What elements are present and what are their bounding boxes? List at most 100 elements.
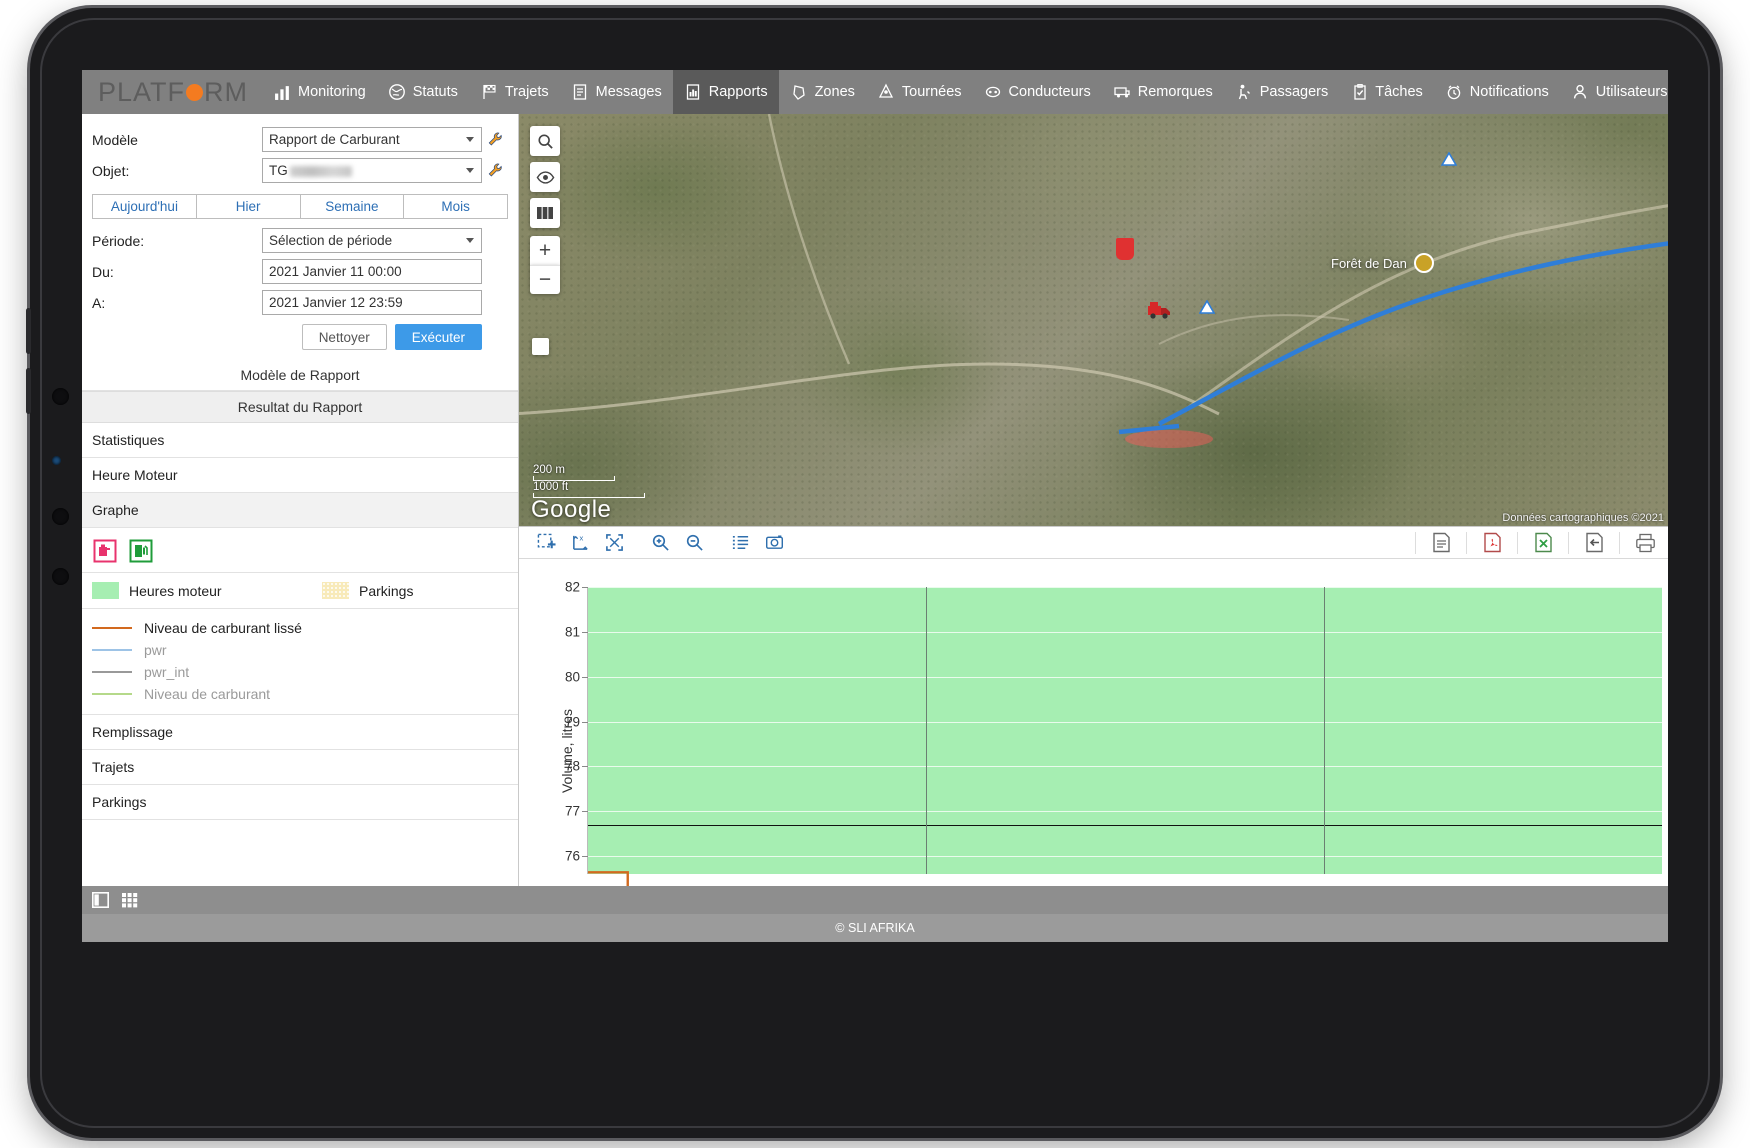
- vehicle-marker-icon[interactable]: [1147, 300, 1173, 320]
- wrench-icon: [488, 132, 502, 146]
- app-logo[interactable]: PLATF RM: [82, 70, 262, 114]
- nav-item-notifications[interactable]: Notifications: [1434, 70, 1560, 114]
- nav-item-remorques[interactable]: Remorques: [1102, 70, 1224, 114]
- model-settings-button[interactable]: [482, 131, 508, 148]
- quick-range-month[interactable]: Mois: [403, 194, 508, 219]
- bar-chart-icon: [273, 83, 292, 102]
- axis-scale-icon[interactable]: x: [563, 527, 597, 559]
- sensor-dot: [52, 456, 61, 465]
- nav-item-passagers[interactable]: Passagers: [1224, 70, 1340, 114]
- map-visibility-button[interactable]: [530, 162, 560, 192]
- nav-item-rapports[interactable]: Rapports: [672, 70, 779, 114]
- legend-line-pwr-int[interactable]: pwr_int: [92, 661, 508, 683]
- fuel-can-icon[interactable]: [92, 538, 118, 564]
- chart-vertical-marker: [926, 587, 928, 874]
- nav-item-conducteurs[interactable]: Conducteurs: [973, 70, 1102, 114]
- accordion-remplissage[interactable]: Remplissage: [82, 715, 518, 750]
- period-select[interactable]: Sélection de période: [262, 228, 482, 253]
- poi-marker-icon[interactable]: [1414, 253, 1434, 273]
- period-row: Période: Sélection de période: [82, 225, 518, 256]
- panel-layout-icon[interactable]: [92, 892, 109, 908]
- report-sidebar: Modèle Rapport de Carburant Objet: TG Au…: [82, 114, 519, 942]
- legend-lines-group: Niveau de carburant lissé pwr pwr_int Ni…: [82, 609, 518, 715]
- map-zoom-out-button[interactable]: −: [530, 265, 560, 294]
- object-select[interactable]: TG: [262, 158, 482, 183]
- object-settings-button[interactable]: [482, 162, 508, 179]
- to-date-input[interactable]: 2021 Janvier 12 23:59: [262, 290, 482, 315]
- chart-y-tickmark: [582, 721, 588, 723]
- nav-label: Conducteurs: [1008, 84, 1091, 100]
- document-icon[interactable]: [1424, 527, 1458, 559]
- legend-parkings[interactable]: Parkings: [322, 582, 413, 599]
- grid-apps-icon[interactable]: [121, 892, 138, 908]
- accordion-parkings[interactable]: Parkings: [82, 785, 518, 820]
- quick-range-yesterday[interactable]: Hier: [195, 194, 300, 219]
- nav-item-taches[interactable]: Tâches: [1339, 70, 1434, 114]
- nav-label: Notifications: [1469, 84, 1549, 100]
- nav-label: Utilisateurs: [1595, 84, 1668, 100]
- nav-item-trajets[interactable]: Trajets: [469, 70, 560, 114]
- quick-range-today[interactable]: Aujourd'hui: [92, 194, 196, 219]
- pdf-export-icon[interactable]: [1475, 527, 1509, 559]
- map-marker-red[interactable]: [1116, 238, 1134, 260]
- nav-label: Statuts: [412, 84, 458, 100]
- chart-y-tickmark: [582, 766, 588, 768]
- nav-item-messages[interactable]: Messages: [560, 70, 673, 114]
- nav-item-zones[interactable]: Zones: [779, 70, 866, 114]
- copyright-bar: © SLI AFRIKA: [82, 914, 1668, 942]
- legend-line-label: pwr_int: [144, 664, 190, 680]
- workspace: Modèle Rapport de Carburant Objet: TG Au…: [82, 114, 1668, 942]
- waypoint-marker-icon[interactable]: [1198, 299, 1216, 319]
- chart-zoom-out-icon[interactable]: [677, 527, 711, 559]
- waypoint-marker-icon[interactable]: [1440, 151, 1458, 171]
- legend-line-pwr[interactable]: pwr: [92, 639, 508, 661]
- quick-range-week[interactable]: Semaine: [299, 194, 404, 219]
- accordion-heure-moteur[interactable]: Heure Moteur: [82, 458, 518, 493]
- map-search-button[interactable]: [530, 126, 560, 156]
- fit-screen-icon[interactable]: [597, 527, 631, 559]
- print-icon[interactable]: [1628, 527, 1662, 559]
- select-add-icon[interactable]: [529, 527, 563, 559]
- excel-export-icon[interactable]: [1526, 527, 1560, 559]
- toolbar-separator: [1466, 531, 1467, 554]
- from-row: Du: 2021 Janvier 11 00:00: [82, 256, 518, 287]
- wrench-icon: [488, 163, 502, 177]
- nav-label: Remorques: [1137, 84, 1213, 100]
- chart-y-tick: 78: [564, 758, 580, 774]
- legend-list-icon[interactable]: [723, 527, 757, 559]
- legend-heures-moteur[interactable]: Heures moteur: [92, 582, 322, 599]
- map-zoom-in-button[interactable]: +: [530, 236, 560, 265]
- report-result-header: Resultat du Rapport: [82, 391, 518, 423]
- model-select[interactable]: Rapport de Carburant: [262, 127, 482, 152]
- nav-item-tournees[interactable]: Tournées: [866, 70, 973, 114]
- chart-y-tick: 81: [564, 624, 580, 640]
- import-file-icon[interactable]: [1577, 527, 1611, 559]
- object-value: TG: [269, 163, 288, 178]
- accordion-trajets[interactable]: Trajets: [82, 750, 518, 785]
- camera-icon[interactable]: [757, 527, 791, 559]
- logo-text-after: RM: [204, 76, 249, 107]
- satellite-map[interactable]: Forêt de Dan + − 200 m 1000 ft Google Do…: [519, 114, 1668, 526]
- chart-plot-area[interactable]: 76 77 78 79 80 81 82: [565, 580, 1662, 874]
- accordion-statistiques[interactable]: Statistiques: [82, 423, 518, 458]
- chart-y-tick: 77: [564, 803, 580, 819]
- legend-line-swatch: [92, 627, 132, 629]
- execute-button[interactable]: Exécuter: [394, 324, 482, 350]
- nav-item-monitoring[interactable]: Monitoring: [262, 70, 377, 114]
- chart-gridline: [588, 856, 1662, 858]
- legend-line-niveau-lisse[interactable]: Niveau de carburant lissé: [92, 617, 508, 639]
- map-square-toggle-button[interactable]: [532, 338, 549, 355]
- volume-down-button[interactable]: [26, 368, 31, 414]
- fuel-pump-icon[interactable]: [128, 538, 154, 564]
- chart-y-tickmark: [582, 587, 588, 588]
- legend-line-niveau[interactable]: Niveau de carburant: [92, 683, 508, 705]
- fuel-volume-chart[interactable]: Volume, litres 76777879808182 2021-01-11…: [519, 559, 1668, 942]
- nav-item-utilisateurs[interactable]: Utilisateurs: [1560, 70, 1668, 114]
- clear-button[interactable]: Nettoyer: [301, 324, 387, 350]
- volume-up-button[interactable]: [26, 308, 31, 354]
- map-layers-button[interactable]: [530, 198, 560, 228]
- chart-zoom-in-icon[interactable]: [643, 527, 677, 559]
- accordion-graphe[interactable]: Graphe: [82, 493, 518, 528]
- from-date-input[interactable]: 2021 Janvier 11 00:00: [262, 259, 482, 284]
- nav-item-statuts[interactable]: Statuts: [377, 70, 469, 114]
